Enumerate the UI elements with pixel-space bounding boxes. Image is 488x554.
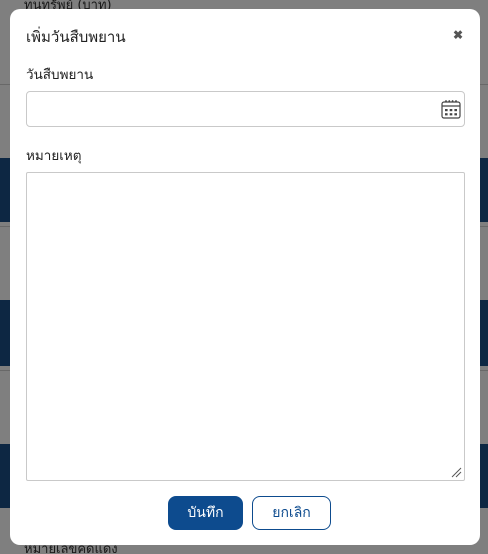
close-button[interactable]: ✖ <box>450 27 466 43</box>
dialog-title: เพิ่มวันสืบพยาน <box>26 28 126 46</box>
note-textarea[interactable] <box>26 172 465 481</box>
hearing-date-input[interactable] <box>26 91 465 127</box>
calendar-icon[interactable] <box>441 99 461 119</box>
save-button[interactable]: บันทึก <box>168 496 243 530</box>
note-label: หมายเหตุ <box>26 148 82 164</box>
hearing-date-label: วันสืบพยาน <box>26 67 94 83</box>
resize-handle-icon[interactable] <box>451 467 462 478</box>
cancel-button[interactable]: ยกเลิก <box>252 496 331 530</box>
add-hearing-date-dialog: เพิ่มวันสืบพยาน ✖ วันสืบพยาน หมายเหตุ บั… <box>10 9 480 545</box>
close-icon: ✖ <box>452 28 464 42</box>
